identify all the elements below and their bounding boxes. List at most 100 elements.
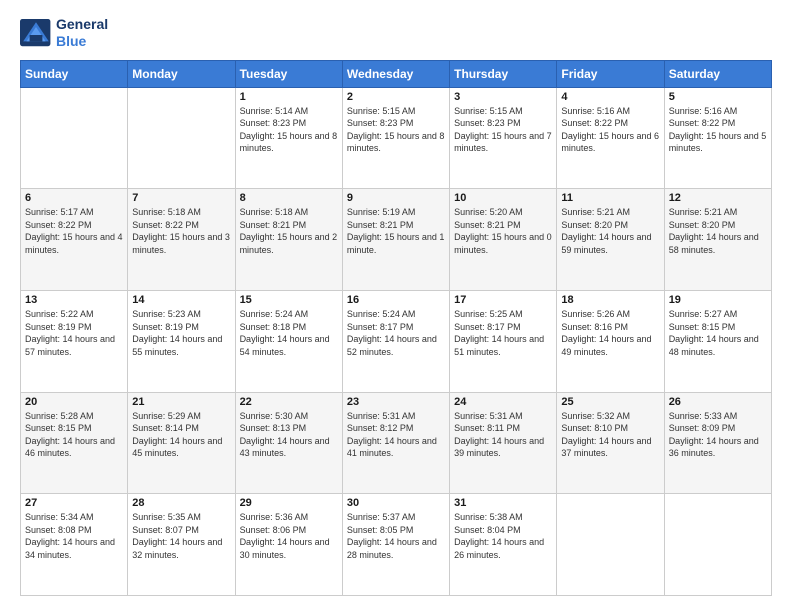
calendar-day-cell: 15Sunrise: 5:24 AMSunset: 8:18 PMDayligh…	[235, 290, 342, 392]
day-number: 28	[132, 497, 230, 509]
weekday-header: Saturday	[664, 60, 771, 87]
calendar-week-row: 20 Sunrise: 5:28 AMSunset: 8:15 PMDayligh…	[21, 392, 772, 494]
calendar-day-cell	[128, 87, 235, 189]
day-info: Sunrise: 5:15 AMSunset: 8:23 PMDaylight:…	[347, 105, 445, 155]
day-info: Sunrise: 5:16 AMSunset: 8:22 PMDaylight:…	[561, 105, 659, 155]
logo: General Blue	[20, 16, 108, 50]
calendar-day-cell: 12 Sunrise: 5:21 AMSunset: 8:20 PMDayligh…	[664, 189, 771, 291]
day-info: Sunrise: 5:32 AMSunset: 8:10 PMDaylight:…	[561, 410, 659, 460]
calendar-header-row: SundayMondayTuesdayWednesdayThursdayFrid…	[21, 60, 772, 87]
calendar-day-cell: 3 Sunrise: 5:15 AMSunset: 8:23 PMDaylight…	[450, 87, 557, 189]
day-number: 7	[132, 192, 230, 204]
calendar-day-cell: 5Sunrise: 5:16 AMSunset: 8:22 PMDaylight…	[664, 87, 771, 189]
calendar-week-row: 13 Sunrise: 5:22 AMSunset: 8:19 PMDayligh…	[21, 290, 772, 392]
calendar: SundayMondayTuesdayWednesdayThursdayFrid…	[20, 60, 772, 596]
day-info: Sunrise: 5:38 AMSunset: 8:04 PMDaylight:…	[454, 511, 552, 561]
day-info: Sunrise: 5:27 AMSunset: 8:15 PMDaylight:…	[669, 308, 767, 358]
weekday-header: Sunday	[21, 60, 128, 87]
day-info: Sunrise: 5:30 AMSunset: 8:13 PMDaylight:…	[240, 410, 338, 460]
calendar-day-cell: 16 Sunrise: 5:24 AMSunset: 8:17 PMDayligh…	[342, 290, 449, 392]
day-number: 11	[561, 192, 659, 204]
calendar-day-cell: 7 Sunrise: 5:18 AMSunset: 8:22 PMDaylight…	[128, 189, 235, 291]
day-number: 31	[454, 497, 552, 509]
logo-text: General Blue	[56, 16, 108, 50]
calendar-day-cell: 26 Sunrise: 5:33 AMSunset: 8:09 PMDayligh…	[664, 392, 771, 494]
calendar-day-cell: 19Sunrise: 5:27 AMSunset: 8:15 PMDayligh…	[664, 290, 771, 392]
calendar-week-row: 1 Sunrise: 5:14 AMSunset: 8:23 PMDaylight…	[21, 87, 772, 189]
calendar-day-cell	[21, 87, 128, 189]
day-info: Sunrise: 5:21 AMSunset: 8:20 PMDaylight:…	[561, 206, 659, 256]
calendar-day-cell: 1 Sunrise: 5:14 AMSunset: 8:23 PMDaylight…	[235, 87, 342, 189]
calendar-day-cell: 29Sunrise: 5:36 AMSunset: 8:06 PMDayligh…	[235, 494, 342, 596]
day-info: Sunrise: 5:24 AMSunset: 8:18 PMDaylight:…	[240, 308, 338, 358]
calendar-week-row: 6 Sunrise: 5:17 AMSunset: 8:22 PMDaylight…	[21, 189, 772, 291]
day-info: Sunrise: 5:25 AMSunset: 8:17 PMDaylight:…	[454, 308, 552, 358]
day-info: Sunrise: 5:20 AMSunset: 8:21 PMDaylight:…	[454, 206, 552, 256]
day-info: Sunrise: 5:33 AMSunset: 8:09 PMDaylight:…	[669, 410, 767, 460]
calendar-day-cell: 13 Sunrise: 5:22 AMSunset: 8:19 PMDayligh…	[21, 290, 128, 392]
day-number: 30	[347, 497, 445, 509]
day-info: Sunrise: 5:22 AMSunset: 8:19 PMDaylight:…	[25, 308, 123, 358]
day-info: Sunrise: 5:17 AMSunset: 8:22 PMDaylight:…	[25, 206, 123, 256]
day-number: 2	[347, 91, 445, 103]
day-number: 10	[454, 192, 552, 204]
weekday-header: Friday	[557, 60, 664, 87]
day-number: 4	[561, 91, 659, 103]
calendar-day-cell: 30 Sunrise: 5:37 AMSunset: 8:05 PMDayligh…	[342, 494, 449, 596]
day-number: 24	[454, 396, 552, 408]
day-info: Sunrise: 5:37 AMSunset: 8:05 PMDaylight:…	[347, 511, 445, 561]
calendar-day-cell: 17Sunrise: 5:25 AMSunset: 8:17 PMDayligh…	[450, 290, 557, 392]
day-number: 27	[25, 497, 123, 509]
day-info: Sunrise: 5:34 AMSunset: 8:08 PMDaylight:…	[25, 511, 123, 561]
day-number: 1	[240, 91, 338, 103]
weekday-header: Wednesday	[342, 60, 449, 87]
day-number: 12	[669, 192, 767, 204]
day-number: 21	[132, 396, 230, 408]
day-info: Sunrise: 5:24 AMSunset: 8:17 PMDaylight:…	[347, 308, 445, 358]
calendar-day-cell: 2 Sunrise: 5:15 AMSunset: 8:23 PMDaylight…	[342, 87, 449, 189]
calendar-day-cell: 25 Sunrise: 5:32 AMSunset: 8:10 PMDayligh…	[557, 392, 664, 494]
day-info: Sunrise: 5:21 AMSunset: 8:20 PMDaylight:…	[669, 206, 767, 256]
day-info: Sunrise: 5:28 AMSunset: 8:15 PMDaylight:…	[25, 410, 123, 460]
weekday-header: Tuesday	[235, 60, 342, 87]
day-number: 25	[561, 396, 659, 408]
day-number: 23	[347, 396, 445, 408]
day-info: Sunrise: 5:14 AMSunset: 8:23 PMDaylight:…	[240, 105, 338, 155]
day-number: 14	[132, 294, 230, 306]
day-info: Sunrise: 5:15 AMSunset: 8:23 PMDaylight:…	[454, 105, 552, 155]
calendar-day-cell: 4 Sunrise: 5:16 AMSunset: 8:22 PMDaylight…	[557, 87, 664, 189]
day-info: Sunrise: 5:29 AMSunset: 8:14 PMDaylight:…	[132, 410, 230, 460]
calendar-day-cell: 6 Sunrise: 5:17 AMSunset: 8:22 PMDaylight…	[21, 189, 128, 291]
day-info: Sunrise: 5:26 AMSunset: 8:16 PMDaylight:…	[561, 308, 659, 358]
calendar-day-cell: 31 Sunrise: 5:38 AMSunset: 8:04 PMDayligh…	[450, 494, 557, 596]
day-info: Sunrise: 5:31 AMSunset: 8:11 PMDaylight:…	[454, 410, 552, 460]
day-number: 18	[561, 294, 659, 306]
day-number: 26	[669, 396, 767, 408]
day-number: 20	[25, 396, 123, 408]
calendar-day-cell: 18 Sunrise: 5:26 AMSunset: 8:16 PMDayligh…	[557, 290, 664, 392]
day-number: 8	[240, 192, 338, 204]
calendar-week-row: 27 Sunrise: 5:34 AMSunset: 8:08 PMDayligh…	[21, 494, 772, 596]
calendar-day-cell: 10 Sunrise: 5:20 AMSunset: 8:21 PMDayligh…	[450, 189, 557, 291]
day-number: 3	[454, 91, 552, 103]
day-info: Sunrise: 5:19 AMSunset: 8:21 PMDaylight:…	[347, 206, 445, 256]
day-info: Sunrise: 5:35 AMSunset: 8:07 PMDaylight:…	[132, 511, 230, 561]
weekday-header: Monday	[128, 60, 235, 87]
calendar-day-cell: 23Sunrise: 5:31 AMSunset: 8:12 PMDayligh…	[342, 392, 449, 494]
day-number: 16	[347, 294, 445, 306]
calendar-day-cell: 22 Sunrise: 5:30 AMSunset: 8:13 PMDayligh…	[235, 392, 342, 494]
page: General Blue SundayMondayTuesdayWednesda…	[0, 0, 792, 612]
calendar-day-cell: 11 Sunrise: 5:21 AMSunset: 8:20 PMDayligh…	[557, 189, 664, 291]
weekday-header: Thursday	[450, 60, 557, 87]
calendar-day-cell: 28 Sunrise: 5:35 AMSunset: 8:07 PMDayligh…	[128, 494, 235, 596]
day-number: 6	[25, 192, 123, 204]
logo-icon	[20, 19, 52, 47]
calendar-day-cell: 27 Sunrise: 5:34 AMSunset: 8:08 PMDayligh…	[21, 494, 128, 596]
day-info: Sunrise: 5:23 AMSunset: 8:19 PMDaylight:…	[132, 308, 230, 358]
day-info: Sunrise: 5:18 AMSunset: 8:22 PMDaylight:…	[132, 206, 230, 256]
day-number: 5	[669, 91, 767, 103]
calendar-day-cell: 21 Sunrise: 5:29 AMSunset: 8:14 PMDayligh…	[128, 392, 235, 494]
day-number: 13	[25, 294, 123, 306]
calendar-day-cell: 14 Sunrise: 5:23 AMSunset: 8:19 PMDayligh…	[128, 290, 235, 392]
day-number: 22	[240, 396, 338, 408]
